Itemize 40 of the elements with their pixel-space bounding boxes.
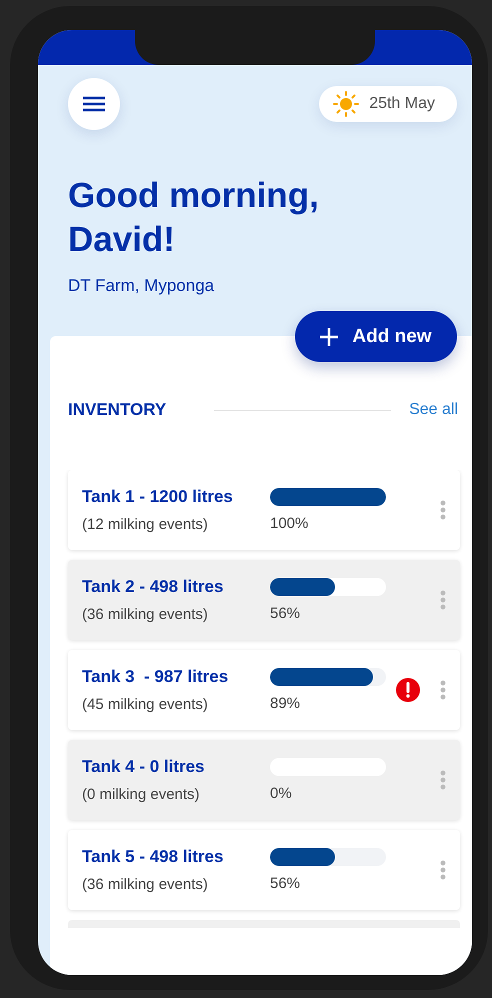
more-options-button[interactable] [440,770,446,790]
more-icon [440,860,446,880]
see-all-link[interactable]: See all [409,401,458,419]
tank-card[interactable]: Tank 1 - 1200 litres (12 milking events) 100% [68,470,460,550]
more-options-button[interactable] [440,860,446,880]
tank-name: Tank 1 - 1200 litres [82,487,234,507]
add-new-button[interactable]: Add new [295,311,457,362]
level-percent: 89% [270,695,302,712]
milking-events: (36 milking events) [82,876,209,893]
more-options-button[interactable] [440,500,446,520]
milking-events: (12 milking events) [82,516,209,533]
greeting-heading: Good morning, David! [68,175,320,261]
more-icon [440,680,446,700]
milking-events: (45 milking events) [82,696,209,713]
more-options-button[interactable] [440,680,446,700]
sun-icon [333,91,360,117]
level-percent: 56% [270,605,302,622]
date-label: 25th May [369,95,435,113]
tank-name: Tank 5 - 498 litres [82,847,224,867]
tank-card[interactable]: Tank 3 - 987 litres (45 milking events) 89% [68,650,460,730]
level-percent: 100% [270,515,310,532]
more-icon [440,770,446,790]
more-icon [440,500,446,520]
menu-icon [83,96,105,112]
level-percent: 0% [270,785,293,802]
plus-icon [320,328,338,346]
farm-name: DT Farm, Myponga [68,276,216,296]
more-icon [440,590,446,610]
milking-events: (0 milking events) [82,786,201,803]
tank-card[interactable]: Tank 5 - 498 litres (36 milking events) 56% [68,830,460,910]
tank-name: Tank 2 - 498 litres [82,577,224,597]
tank-card[interactable]: Tank 4 - 0 litres (0 milking events) 0% [68,740,460,820]
menu-button[interactable] [68,78,120,130]
tank-name: Tank 3 - 987 litres [82,667,230,687]
tank-card[interactable]: Tank 2 - 498 litres (36 milking events) 56% [68,560,460,640]
milking-events: (36 milking events) [82,606,209,623]
level-percent: 56% [270,875,302,892]
tank-name: Tank 4 - 0 litres [82,757,206,777]
more-options-button[interactable] [440,590,446,610]
section-title: INVENTORY [68,400,166,420]
